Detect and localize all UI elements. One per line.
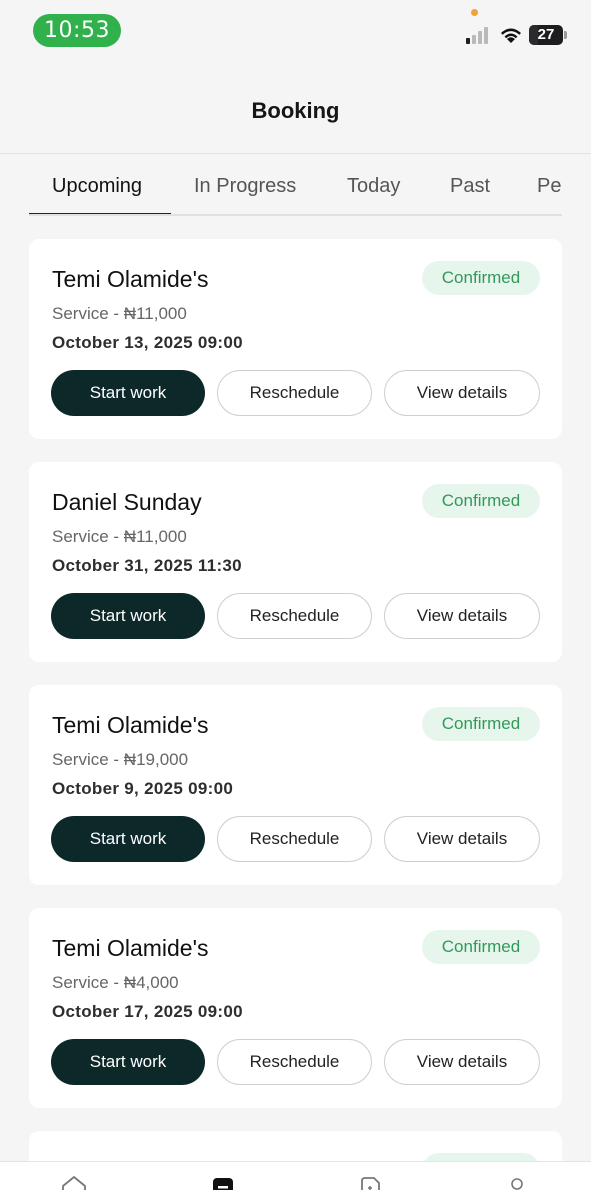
header: Booking <box>0 62 591 154</box>
booking-datetime: October 9, 2025 09:00 <box>52 779 234 798</box>
booking-card[interactable]: Temi Olamide's Confirmed Service - ₦11,0… <box>29 239 562 439</box>
reschedule-button[interactable]: Reschedule <box>217 816 372 862</box>
active-tab-indicator <box>29 213 171 214</box>
start-work-button[interactable]: Start work <box>51 370 205 416</box>
reschedule-button[interactable]: Reschedule <box>217 593 372 639</box>
booking-datetime: October 13, 2025 09:00 <box>52 333 243 352</box>
battery-nub <box>564 31 567 39</box>
booking-datetime: October 17, 2025 09:00 <box>52 1002 243 1021</box>
booking-card[interactable]: Temi Olamide's Confirmed Service - ₦4,00… <box>29 908 562 1108</box>
view-details-button[interactable]: View details <box>384 1039 540 1085</box>
view-details-button[interactable]: View details <box>384 370 540 416</box>
status-badge: Confirmed <box>422 930 540 964</box>
client-name: Temi Olamide's <box>52 935 209 961</box>
cellular-signal-icon <box>466 26 492 44</box>
battery-percent: 27 <box>537 26 555 43</box>
start-work-button[interactable]: Start work <box>51 1039 205 1085</box>
service-price: Service - ₦11,000 <box>52 304 187 323</box>
booking-card[interactable]: Daniel Sunday Confirmed Service - ₦11,00… <box>29 462 562 662</box>
bottom-nav <box>0 1161 591 1190</box>
start-work-button[interactable]: Start work <box>51 816 205 862</box>
booking-icon[interactable] <box>212 1174 234 1190</box>
tab-pending[interactable]: Pending <box>537 175 562 198</box>
tab-in-progress[interactable]: In Progress <box>194 175 296 198</box>
status-time: 10:53 <box>33 14 121 47</box>
status-bar: 10:53 27 <box>0 0 591 62</box>
service-price: Service - ₦19,000 <box>52 750 189 769</box>
reschedule-button[interactable]: Reschedule <box>217 1039 372 1085</box>
service-price: Service - ₦4,000 <box>52 973 179 992</box>
tab-today[interactable]: Today <box>347 175 400 198</box>
home-icon[interactable] <box>61 1174 87 1190</box>
booking-card[interactable]: Temi Olamide's Confirmed Service - ₦19,0… <box>29 685 562 885</box>
document-icon[interactable] <box>359 1174 381 1190</box>
battery-icon: 27 <box>529 25 563 45</box>
privacy-indicator <box>471 9 478 16</box>
status-badge: Confirmed <box>422 484 540 518</box>
service-price: Service - ₦11,000 <box>52 527 187 546</box>
view-details-button[interactable]: View details <box>384 593 540 639</box>
client-name: Temi Olamide's <box>52 712 209 738</box>
booking-datetime: October 31, 2025 11:30 <box>52 556 242 575</box>
tab-bar: Upcoming In Progress Today Past Pending <box>29 155 562 216</box>
tab-upcoming[interactable]: Upcoming <box>52 175 142 198</box>
reschedule-button[interactable]: Reschedule <box>217 370 372 416</box>
start-work-button[interactable]: Start work <box>51 593 205 639</box>
client-name: Temi Olamide's <box>52 266 209 292</box>
page-title: Booking <box>251 98 340 123</box>
profile-icon[interactable] <box>509 1174 525 1190</box>
status-badge: Confirmed <box>422 261 540 295</box>
wifi-icon <box>501 28 521 43</box>
client-name: Daniel Sunday <box>52 489 202 515</box>
tab-past[interactable]: Past <box>450 175 490 198</box>
status-badge: Confirmed <box>422 707 540 741</box>
view-details-button[interactable]: View details <box>384 816 540 862</box>
